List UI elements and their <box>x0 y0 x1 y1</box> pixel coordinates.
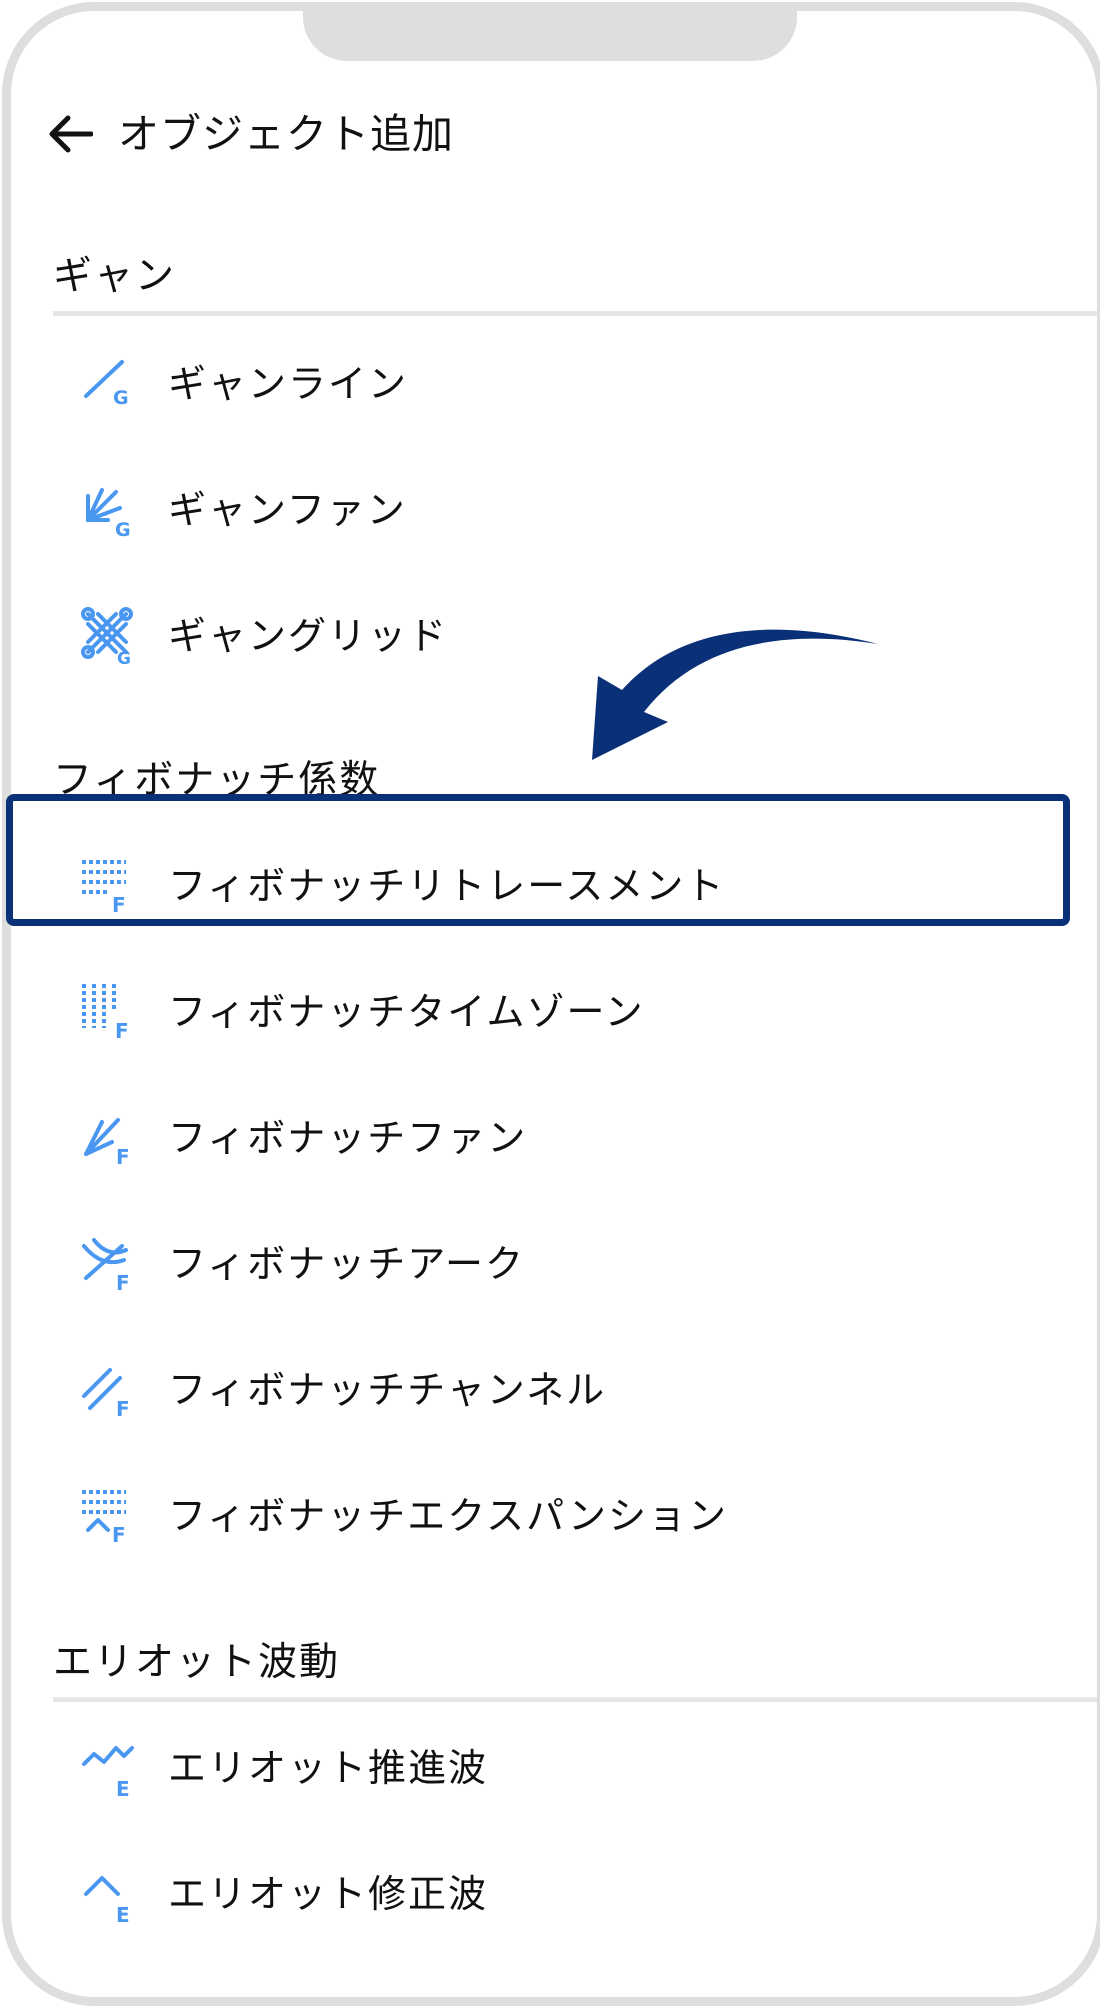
list-item-label: フィボナッチリトレースメント <box>168 864 726 908</box>
elliott-impulse-icon: E <box>80 1738 140 1798</box>
list-item-fib-channel[interactable]: F フィボナッチチャンネル <box>53 1337 1079 1443</box>
list-item-gann-line[interactable]: G ギャンライン <box>53 331 1079 437</box>
list-item-elliott-correction[interactable]: E エリオット修正波 <box>53 1841 1079 1947</box>
list-item-fib-retracement[interactable]: F フィボナッチリトレースメント <box>53 833 1079 939</box>
list-item-label: ギャンライン <box>168 362 409 406</box>
svg-text:F: F <box>116 1271 130 1294</box>
phone-frame: オブジェクト追加 ギャン G ギャンライン G ギャンファン G ギャングリッド… <box>2 2 1100 2006</box>
svg-text:E: E <box>116 1903 130 1924</box>
fib-retracement-icon: F <box>80 856 140 916</box>
list-item-label: フィボナッチアーク <box>168 1242 525 1286</box>
fib-time-zone-icon: F <box>80 982 140 1042</box>
svg-text:G: G <box>117 649 131 666</box>
gann-line-icon: G <box>80 354 140 414</box>
list-item-fib-time-zone[interactable]: F フィボナッチタイムゾーン <box>53 959 1079 1065</box>
list-item-label: ギャンファン <box>168 488 407 532</box>
list-item-fib-expansion[interactable]: F フィボナッチエクスパンション <box>53 1463 1079 1569</box>
phone-notch <box>303 11 797 61</box>
list-item-elliott-impulse[interactable]: E エリオット推進波 <box>53 1715 1079 1821</box>
svg-text:F: F <box>112 1523 126 1546</box>
list-item-label: エリオット修正波 <box>168 1872 489 1916</box>
gann-grid-icon: G <box>80 606 140 666</box>
fib-channel-icon: F <box>80 1360 140 1420</box>
fib-arc-icon: F <box>80 1234 140 1294</box>
svg-text:G: G <box>113 387 129 409</box>
header: オブジェクト追加 <box>11 99 1097 169</box>
fib-fan-icon: F <box>80 1108 140 1168</box>
section-title-fibonacci: フィボナッチ係数 <box>53 758 381 803</box>
svg-text:G: G <box>115 519 131 540</box>
section-title-elliott: エリオット波動 <box>53 1640 341 1685</box>
svg-text:F: F <box>115 1019 129 1042</box>
elliott-correction-icon: E <box>80 1864 140 1924</box>
svg-text:F: F <box>116 1145 130 1168</box>
section-divider <box>53 1697 1097 1702</box>
back-button[interactable] <box>41 105 99 163</box>
list-item-label: ギャングリッド <box>168 614 449 658</box>
arrow-left-icon <box>49 115 93 153</box>
section-title-gann: ギャン <box>53 254 177 299</box>
section-divider <box>53 311 1097 316</box>
list-item-gann-fan[interactable]: G ギャンファン <box>53 457 1079 563</box>
list-item-label: エリオット推進波 <box>168 1746 489 1790</box>
list-item-label: フィボナッチチャンネル <box>168 1368 607 1412</box>
svg-text:F: F <box>112 893 126 916</box>
svg-text:F: F <box>116 1397 130 1420</box>
list-item-gann-grid[interactable]: G ギャングリッド <box>53 583 1079 689</box>
list-item-fib-arc[interactable]: F フィボナッチアーク <box>53 1211 1079 1317</box>
list-item-label: フィボナッチタイムゾーン <box>168 990 645 1034</box>
gann-fan-icon: G <box>80 480 140 540</box>
fib-expansion-icon: F <box>80 1486 140 1546</box>
page-title: オブジェクト追加 <box>118 110 454 158</box>
list-item-label: フィボナッチファン <box>168 1116 528 1160</box>
list-item-fib-fan[interactable]: F フィボナッチファン <box>53 1085 1079 1191</box>
svg-text:E: E <box>116 1777 130 1798</box>
list-item-label: フィボナッチエクスパンション <box>168 1494 729 1538</box>
